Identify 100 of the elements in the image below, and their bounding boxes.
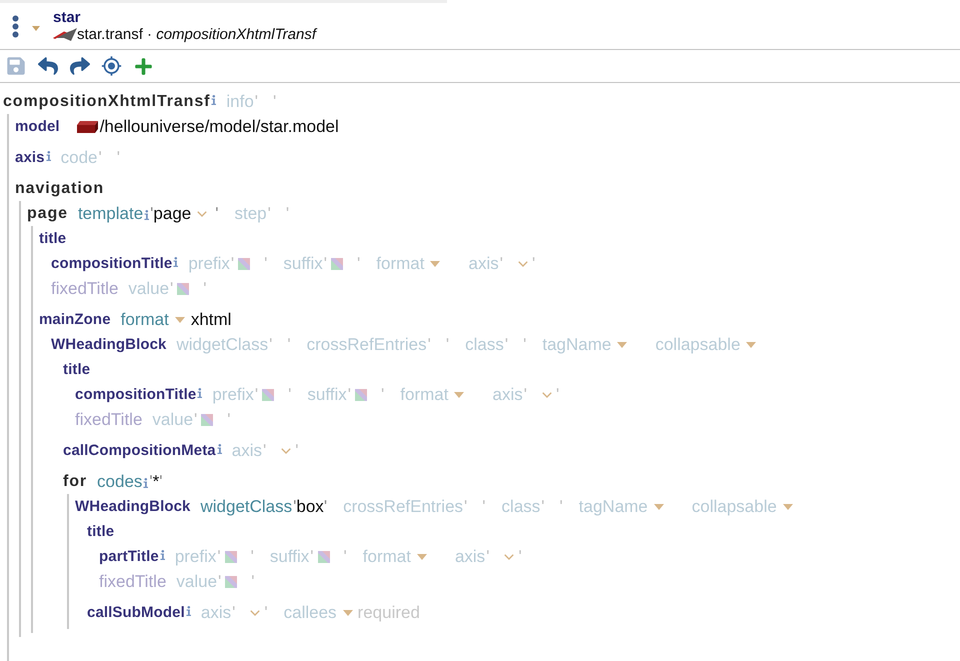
- striped-square-icon: [262, 388, 274, 400]
- text-field[interactable]: ' ': [254, 384, 292, 404]
- undo-icon: [38, 56, 58, 76]
- field-label: prefix: [188, 254, 230, 274]
- combo-field[interactable]: ' ': [262, 440, 298, 460]
- node-keyword: compositionTitle: [51, 254, 172, 274]
- model-path[interactable]: /hellouniverse/model/star.model: [100, 116, 339, 136]
- brick-icon: [76, 120, 98, 132]
- field-label: class: [465, 334, 504, 354]
- caret-down-icon[interactable]: [174, 316, 185, 322]
- menu-button[interactable]: [12, 14, 19, 38]
- node-keyword: callSubModel: [87, 602, 185, 622]
- field-label: info: [226, 92, 254, 112]
- node-keyword: partTitle: [99, 546, 159, 566]
- field-label: value: [128, 278, 170, 298]
- text-field[interactable]: ' ': [98, 148, 120, 168]
- node-keyword: compositionXhtmlTransf: [3, 92, 210, 112]
- text-field[interactable]: ' ': [170, 278, 207, 298]
- field-label: prefix: [212, 384, 254, 404]
- node-keyword: mainZone: [39, 310, 111, 330]
- field-label: code: [60, 148, 98, 168]
- arrow-icon: [53, 28, 77, 41]
- caret-down-icon[interactable]: [746, 342, 756, 348]
- chevron-down-icon[interactable]: [197, 210, 208, 216]
- text-field[interactable]: ' ': [194, 410, 231, 430]
- chevron-down-icon[interactable]: [542, 392, 552, 398]
- text-field[interactable]: ' ': [428, 334, 450, 354]
- text-field[interactable]: ' ': [504, 334, 526, 354]
- text-field[interactable]: ' ': [230, 254, 268, 274]
- text-field[interactable]: ' ': [541, 496, 563, 516]
- text-field[interactable]: ' ': [310, 546, 347, 566]
- field-label: widgetClass: [176, 334, 268, 354]
- node-keyword: for: [63, 472, 88, 492]
- combo-field[interactable]: 'page ': [150, 204, 218, 224]
- field-label: axis: [232, 440, 262, 460]
- field-label: axis: [492, 384, 523, 404]
- field-value[interactable]: xhtml: [190, 310, 232, 330]
- field-label: prefix: [174, 546, 216, 566]
- node-keyword: model: [15, 116, 60, 136]
- caret-down-icon[interactable]: [617, 342, 628, 348]
- text-field[interactable]: ' ': [268, 204, 290, 224]
- chevron-down-icon[interactable]: [504, 554, 514, 560]
- field-label: codes: [97, 472, 142, 492]
- field-label: class: [502, 496, 540, 516]
- field-label: axis: [454, 546, 486, 566]
- node-keyword: callCompositionMeta: [63, 440, 216, 460]
- node-keyword: axis: [15, 148, 45, 168]
- caret-down-icon[interactable]: [416, 554, 427, 560]
- combo-field[interactable]: ' ': [232, 602, 268, 622]
- text-field[interactable]: 'box': [293, 496, 328, 516]
- caret-down-icon[interactable]: [32, 26, 40, 30]
- caret-down-icon[interactable]: [430, 260, 440, 266]
- text-field[interactable]: ' ': [324, 254, 360, 274]
- striped-square-icon: [331, 258, 344, 270]
- chevron-down-icon[interactable]: [281, 448, 292, 454]
- field-label: format: [120, 310, 169, 330]
- node-keyword: title: [87, 522, 114, 542]
- field-label: value: [176, 572, 218, 592]
- node-keyword: navigation: [15, 178, 104, 198]
- field-label: collapsable: [655, 334, 740, 354]
- text-field[interactable]: ' ': [348, 384, 384, 404]
- combo-field[interactable]: ' ': [524, 384, 560, 404]
- node-keyword: WHeadingBlock: [51, 334, 166, 354]
- field-label: collapsable: [692, 496, 777, 516]
- combo-field[interactable]: ' ': [500, 254, 536, 274]
- node-keyword: fixedTitle: [51, 278, 118, 298]
- text-field[interactable]: ' ': [218, 572, 255, 592]
- text-field[interactable]: ' ': [464, 496, 486, 516]
- node-keyword: fixedTitle: [99, 572, 166, 592]
- field-label: crossRefEntries: [343, 496, 464, 516]
- striped-square-icon: [177, 282, 190, 294]
- chevron-down-icon[interactable]: [250, 610, 260, 616]
- field-label: axis: [200, 602, 232, 622]
- field-label: suffix: [270, 546, 310, 566]
- add-button[interactable]: [133, 55, 154, 77]
- field-label: value: [152, 410, 194, 430]
- combo-field[interactable]: ' ': [486, 546, 522, 566]
- redo-icon: [70, 56, 90, 76]
- striped-square-icon: [318, 550, 330, 562]
- node-keyword: title: [63, 360, 90, 380]
- striped-square-icon: [201, 414, 214, 426]
- striped-square-icon: [355, 388, 368, 400]
- node-keyword: title: [39, 228, 66, 248]
- caret-down-icon[interactable]: [342, 610, 353, 616]
- text-field[interactable]: '*': [149, 472, 163, 492]
- text-field[interactable]: ' ': [217, 546, 254, 566]
- field-label: tagName: [542, 334, 612, 354]
- text-field[interactable]: ' ': [269, 334, 291, 354]
- redo-button[interactable]: [69, 55, 90, 77]
- text-field[interactable]: ' ': [254, 92, 276, 112]
- caret-down-icon[interactable]: [782, 504, 793, 510]
- locate-button[interactable]: [101, 55, 122, 77]
- chevron-down-icon[interactable]: [518, 260, 528, 266]
- field-label: format: [362, 546, 411, 566]
- caret-down-icon[interactable]: [654, 504, 664, 510]
- field-label: step: [234, 204, 267, 224]
- field-label: axis: [468, 254, 499, 274]
- undo-button[interactable]: [37, 55, 58, 77]
- caret-down-icon[interactable]: [454, 392, 464, 398]
- node-keyword: compositionTitle: [75, 384, 196, 404]
